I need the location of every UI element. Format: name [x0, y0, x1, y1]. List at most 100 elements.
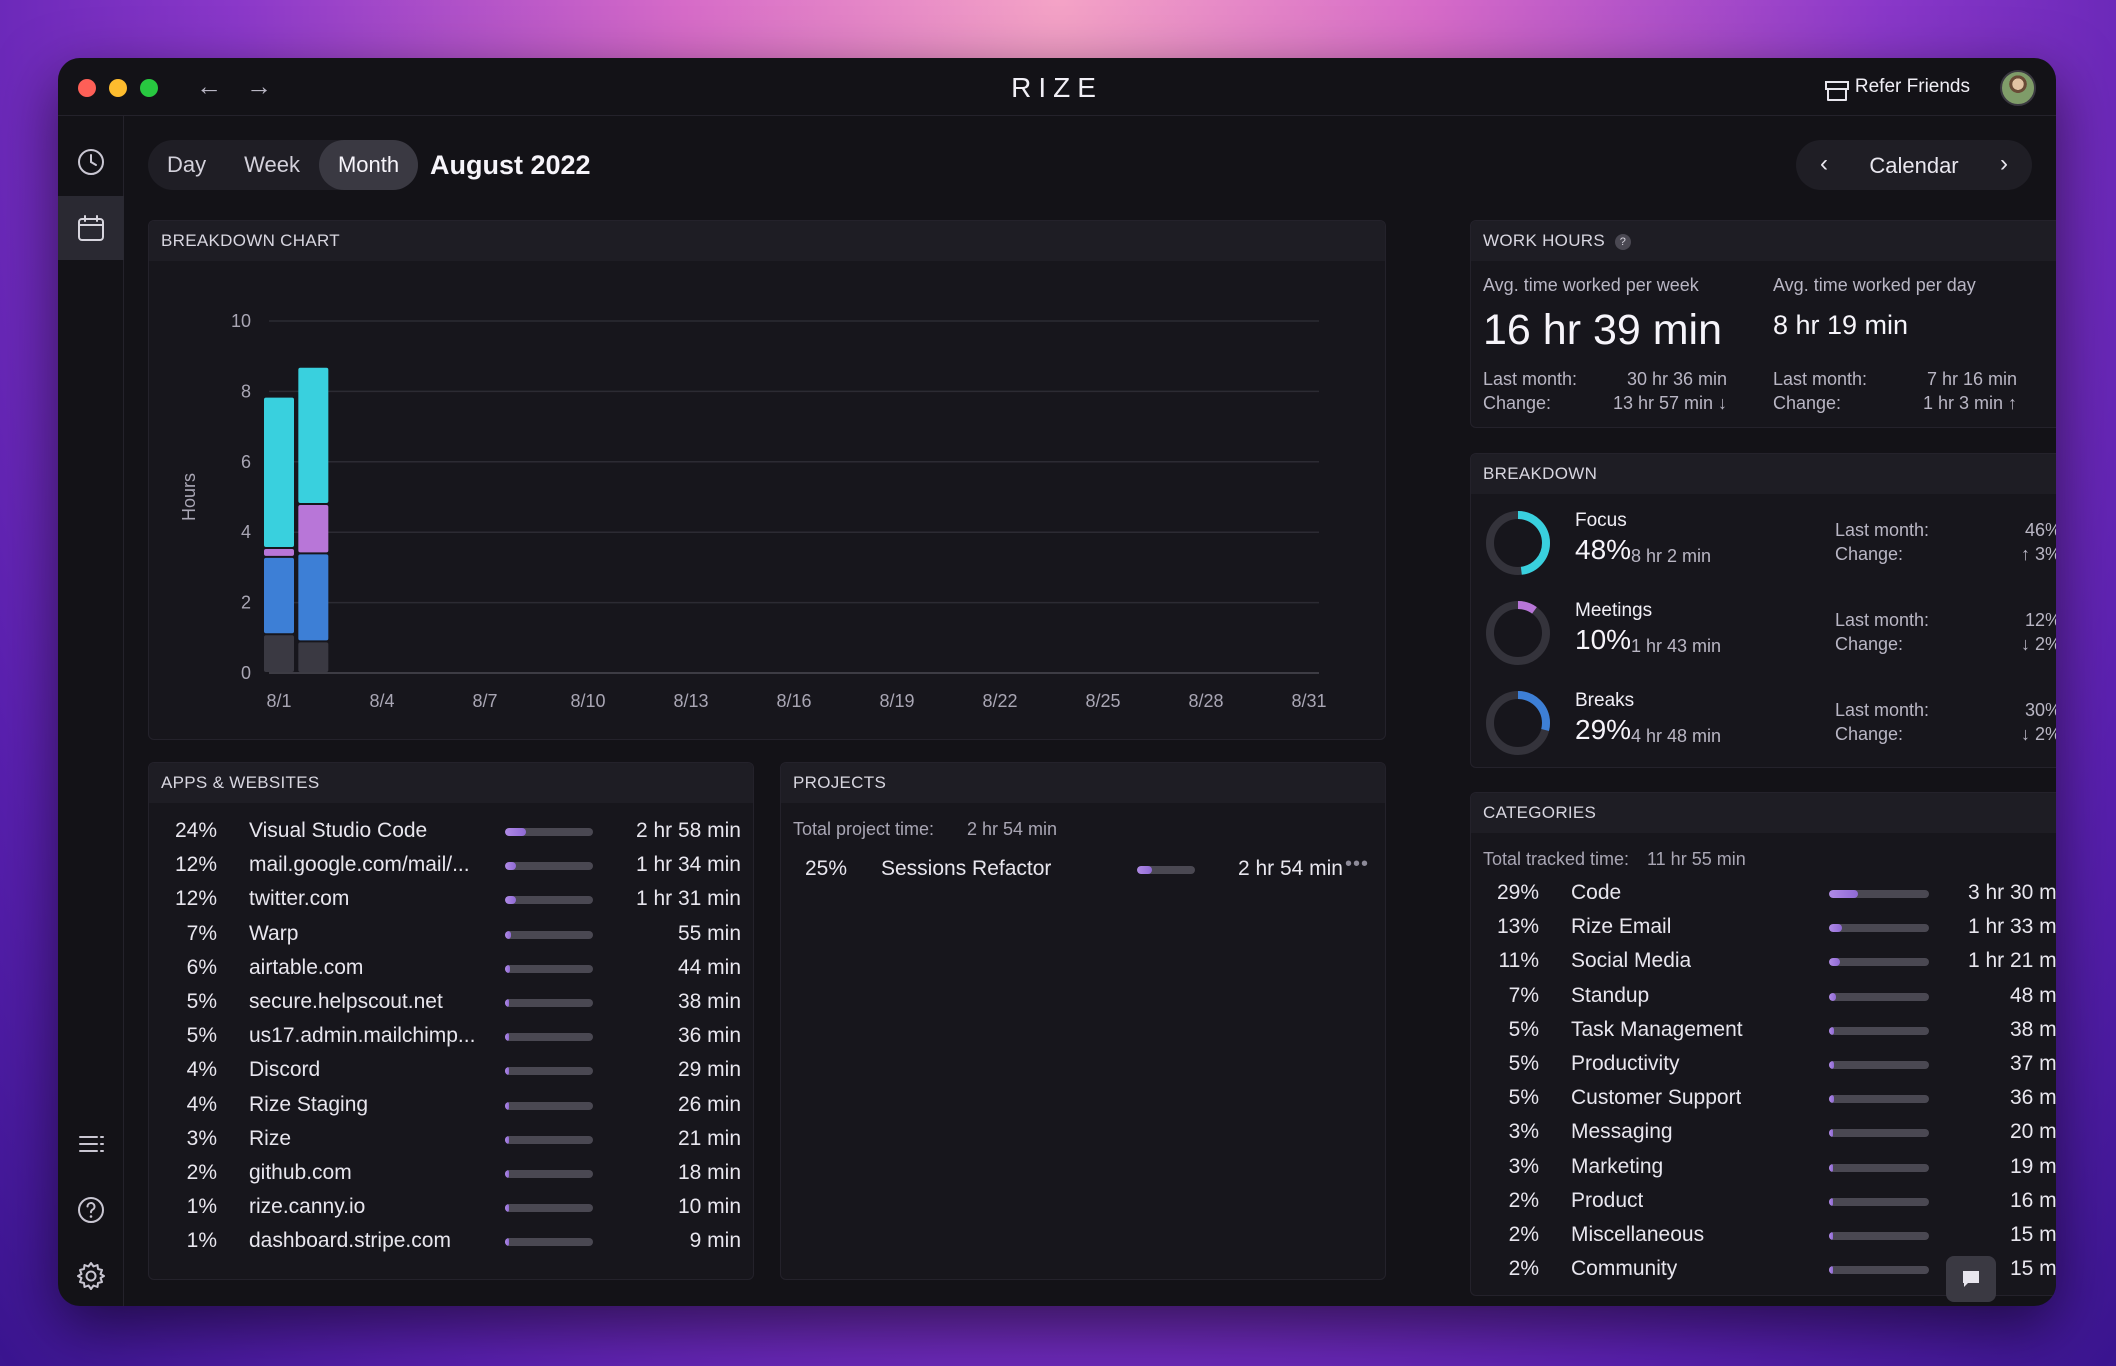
category-row-duration: 37 min	[2009, 1052, 2056, 1075]
category-row-bar-fill	[1829, 1163, 1833, 1172]
tab-month[interactable]: Month	[318, 140, 419, 190]
sidebar-item-help[interactable]	[58, 1178, 124, 1242]
category-row-name: Task Management	[1571, 1017, 1743, 1041]
app-row[interactable]: 3% Rize 21 min	[149, 1127, 753, 1161]
bar-segment[interactable]	[264, 557, 294, 634]
chevron-right-icon[interactable]: ›	[2000, 150, 2008, 178]
category-row[interactable]: 2% Miscellaneous 15 min	[1471, 1223, 2056, 1257]
breakdown-item-focus[interactable]: Focus 48%8 hr 2 min Last month: Change: 46% ↑…	[1471, 508, 2056, 588]
last-month-label: Last month:	[1835, 610, 1930, 630]
app-row-pct: 3%	[186, 1126, 217, 1150]
category-row-duration: 48 min	[2009, 983, 2056, 1007]
category-row-pct: 2%	[1508, 1188, 1539, 1212]
app-row[interactable]: 12% twitter.com 1 hr 31 min	[149, 887, 753, 921]
bar-segment[interactable]	[264, 635, 294, 672]
day-change: 1 hr 3 min ↑	[1922, 393, 2017, 413]
category-row-bar-fill	[1829, 1232, 1833, 1240]
breakdown-compare-labels: Last month: Change:	[1835, 608, 1929, 656]
app-row-pct: 2%	[186, 1161, 217, 1184]
y-tick-label: 6	[241, 452, 251, 472]
sidebar-item-calendar[interactable]	[58, 196, 124, 260]
app-row-duration: 44 min	[677, 955, 741, 979]
app-row[interactable]: 12% mail.google.com/mail/... 1 hr 34 min	[149, 853, 753, 887]
tab-week[interactable]: Week	[225, 140, 319, 190]
category-row-duration: 15 min	[2009, 1223, 2056, 1246]
bar-segment[interactable]	[298, 554, 329, 641]
project-row[interactable]: 25% Sessions Refactor 2 hr 54 min •••	[781, 853, 1385, 891]
app-row-duration: 36 min	[677, 1024, 741, 1048]
breakdown-item-breaks[interactable]: Breaks 29% 4 hr 48 min Last month: Change: 30…	[1471, 688, 2056, 767]
app-row[interactable]: 1% rize.canny.io 10 min	[149, 1195, 753, 1229]
change-value: ↓ 2%	[2020, 724, 2056, 744]
category-row-bar	[1829, 1095, 1929, 1104]
bar-segment[interactable]	[298, 642, 329, 672]
app-row-bar-fill	[505, 828, 527, 836]
app-row-pct: 4%	[186, 1092, 217, 1116]
donut-ring	[1486, 691, 1550, 755]
donut-track	[1486, 601, 1550, 665]
category-row[interactable]: 2% Product 16 min	[1471, 1189, 2056, 1223]
category-row-duration: 19 min	[2009, 1154, 2056, 1178]
category-row[interactable]: 5% Task Management 38 min	[1471, 1018, 2056, 1052]
work-hours-header: WORK HOURS?	[1471, 221, 2056, 261]
bar-segment[interactable]	[298, 367, 329, 504]
category-row[interactable]: 29% Code 3 hr 30 min	[1471, 881, 2056, 915]
last-month-label: Last month:	[1835, 520, 1930, 540]
avatar[interactable]	[2000, 70, 2036, 106]
breakdown-item-meetings[interactable]: Meetings 10% 1 hr 43 min Last month: Change:…	[1471, 598, 2056, 678]
total-tracked-value: 11 hr 55 min	[1647, 849, 1746, 869]
app-row[interactable]: 7% Warp 55 min	[149, 922, 753, 956]
app-row-duration: 21 min	[677, 1126, 741, 1150]
app-row-bar	[505, 964, 593, 973]
app-row[interactable]: 24% Visual Studio Code 2 hr 58 min	[149, 819, 753, 853]
x-tick-label: 8/7	[472, 691, 497, 711]
app-row-duration: 26 min	[677, 1092, 741, 1116]
bar-segment[interactable]	[298, 505, 329, 553]
calendar-button[interactable]: Calendar	[1796, 153, 2032, 179]
category-row[interactable]: 13% Rize Email 1 hr 33 min	[1471, 915, 2056, 949]
bar-segment[interactable]	[264, 549, 294, 556]
app-row-bar-fill	[505, 1067, 509, 1076]
sidebar-item-timeline[interactable]	[58, 130, 124, 194]
breakdown-pct: 29%	[1575, 714, 1632, 745]
app-row[interactable]: 1% dashboard.stripe.com 9 min	[149, 1229, 753, 1263]
app-row-bar	[505, 1033, 593, 1042]
chat-icon	[1963, 1271, 1979, 1287]
category-row-bar-fill	[1829, 992, 1836, 1001]
app-row[interactable]: 5% secure.helpscout.net 38 min	[149, 990, 753, 1024]
total-project-label: Total project time:	[793, 819, 935, 839]
app-row-bar-fill	[505, 862, 516, 871]
category-row[interactable]: 5% Customer Support 36 min	[1471, 1086, 2056, 1120]
app-row-pct: 5%	[186, 1024, 217, 1048]
app-row-bar-fill	[505, 930, 512, 939]
category-row[interactable]: 3% Marketing 19 min	[1471, 1155, 2056, 1189]
refer-friends-button[interactable]: Refer Friends	[1824, 76, 1970, 101]
category-row[interactable]: 11% Social Media 1 hr 21 min	[1471, 949, 2056, 983]
bar-segment[interactable]	[264, 397, 294, 548]
app-row-pct: 24%	[174, 819, 217, 842]
avg-week-value: 16 hr 39 min	[1483, 306, 1723, 354]
category-row-bar	[1829, 1266, 1929, 1275]
app-row-bar	[505, 862, 593, 871]
category-row[interactable]: 7% Standup 48 min	[1471, 984, 2056, 1018]
category-row-duration: 1 hr 33 min	[1967, 915, 2056, 939]
app-row[interactable]: 6% airtable.com 44 min	[149, 956, 753, 990]
app-row[interactable]: 2% github.com 18 min	[149, 1161, 753, 1195]
category-row-bar-fill	[1829, 890, 1858, 898]
tab-day[interactable]: Day	[148, 140, 225, 190]
sidebar-item-menu[interactable]	[58, 1112, 124, 1176]
sidebar-item-settings[interactable]	[58, 1244, 124, 1306]
app-row[interactable]: 4% Rize Staging 26 min	[149, 1093, 753, 1127]
more-icon[interactable]: •••	[1345, 853, 1369, 876]
help-icon[interactable]: ?	[1615, 233, 1631, 250]
chat-button[interactable]	[1946, 1256, 1996, 1302]
category-row-bar	[1829, 890, 1929, 898]
category-row-name: Code	[1571, 881, 1622, 904]
week-change: 13 hr 57 min ↓	[1612, 393, 1727, 413]
app-row[interactable]: 4% Discord 29 min	[149, 1058, 753, 1092]
app-row-pct: 1%	[186, 1229, 217, 1253]
category-row[interactable]: 3% Messaging 20 min	[1471, 1120, 2056, 1154]
category-row[interactable]: 5% Productivity 37 min	[1471, 1052, 2056, 1086]
app-row[interactable]: 5% us17.admin.mailchimp... 36 min	[149, 1024, 753, 1058]
app-row-pct: 1%	[186, 1195, 217, 1219]
